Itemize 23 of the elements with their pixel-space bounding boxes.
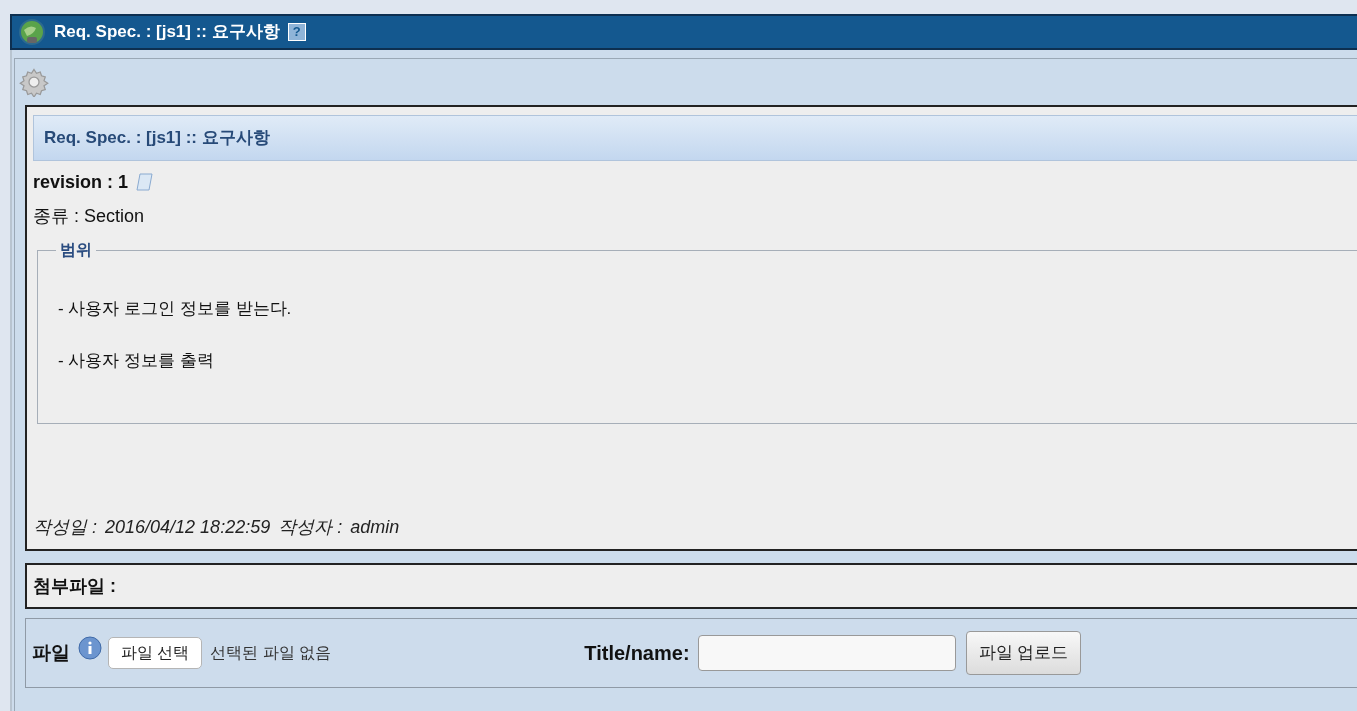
spec-header: Req. Spec. : [js1] :: 요구사항	[33, 115, 1357, 161]
author-label: 작성자 :	[278, 516, 343, 539]
window-title: Req. Spec. : [js1] :: 요구사항	[54, 21, 280, 44]
attachments-label: 첨부파일 :	[33, 574, 116, 598]
title-name-field[interactable]	[697, 635, 956, 671]
upload-file-button[interactable]: 파일 업로드	[965, 631, 1082, 675]
help-icon[interactable]: ?	[287, 23, 306, 41]
file-label: 파일	[32, 640, 70, 665]
choose-file-button[interactable]: 파일 선택	[108, 637, 203, 669]
globe-icon	[18, 18, 46, 46]
type-label: 종류 : Section	[33, 205, 146, 228]
info-icon[interactable]	[78, 636, 102, 660]
scope-text: - 사용자 로그인 정보를 받는다.	[58, 298, 293, 320]
settings-icon[interactable]	[19, 67, 49, 97]
revision-label: revision : 1	[33, 170, 129, 194]
no-file-text: 선택된 파일 없음	[210, 643, 332, 663]
created-date: 2016/04/12 18:22:59	[105, 516, 271, 539]
document-icon[interactable]	[136, 172, 155, 192]
created-label: 작성일 :	[33, 516, 97, 539]
scope-text: - 사용자 정보를 출력	[58, 349, 215, 372]
author-name: admin	[350, 516, 400, 539]
title-name-label: Title/name:	[584, 641, 690, 666]
scope-legend: 범위	[56, 238, 96, 262]
